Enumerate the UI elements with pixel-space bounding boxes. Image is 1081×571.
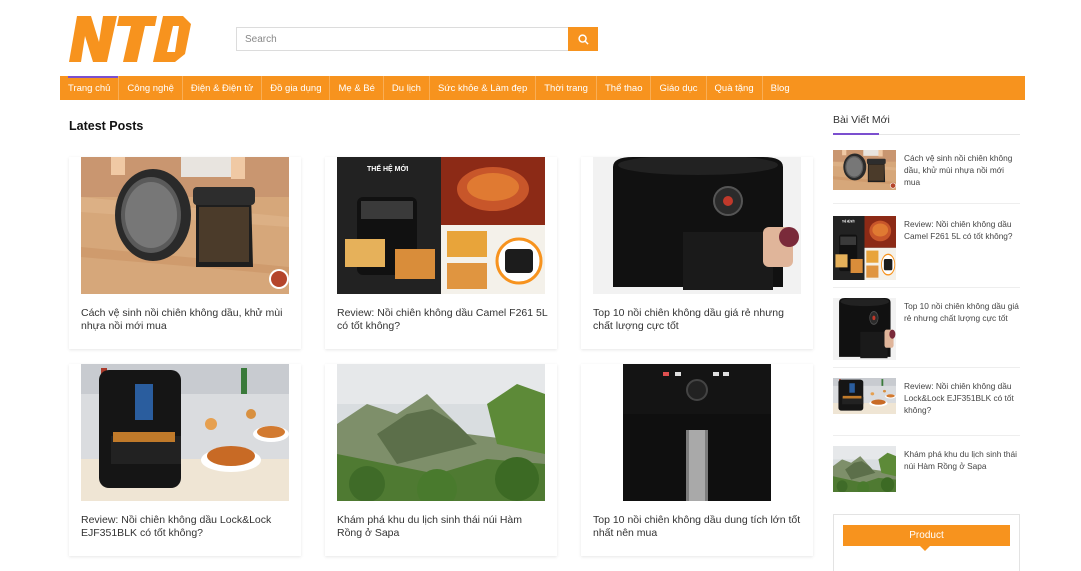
- nav-item-blog[interactable]: Blog: [763, 76, 798, 100]
- post-thumbnail[interactable]: [337, 364, 545, 501]
- sidebar-divider: [833, 367, 1020, 368]
- sidebar-divider: [833, 287, 1020, 288]
- nav-item-qua-tang[interactable]: Quà tặng: [707, 76, 763, 100]
- post-thumbnail[interactable]: [593, 157, 801, 294]
- air-fryer-collage-image: [833, 216, 896, 280]
- sidebar-post[interactable]: Khám phá khu du lịch sinh thái núi Hàm R…: [833, 446, 1021, 492]
- nav-item-label: Điện & Điện tử: [190, 82, 254, 94]
- sidebar-post[interactable]: Top 10 nồi chiên không dầu giá rẻ nhưng …: [833, 298, 1021, 360]
- large-air-fryer-image: [593, 364, 801, 501]
- black-air-fryer-image: [833, 298, 896, 360]
- air-fryer-basket-image: [81, 157, 289, 294]
- sidebar-divider: [833, 435, 1020, 436]
- post-thumbnail[interactable]: [337, 157, 545, 294]
- post-card[interactable]: Top 10 nồi chiên không dầu giá rẻ nhưng …: [581, 157, 813, 349]
- sidebar-post[interactable]: Cách vệ sinh nồi chiên không dầu, khử mù…: [833, 150, 1021, 190]
- search-icon: [577, 33, 589, 45]
- nav-item-trang-chu[interactable]: Trang chủ: [60, 76, 120, 100]
- sidebar-post-thumbnail[interactable]: [833, 150, 896, 190]
- search-input[interactable]: [236, 27, 568, 51]
- sidebar-post-thumbnail[interactable]: [833, 446, 896, 492]
- post-thumbnail[interactable]: [81, 157, 289, 294]
- post-card[interactable]: Review: Nồi chiên không dầu Camel F261 5…: [325, 157, 557, 349]
- sidebar-post-thumbnail[interactable]: [833, 298, 896, 360]
- sidebar-post-title[interactable]: Review: Nồi chiên không dầu Camel F261 5…: [904, 218, 1021, 242]
- nav-item-label: Sức khỏe & Làm đẹp: [437, 82, 528, 94]
- sidebar-post-title[interactable]: Cách vệ sinh nồi chiên không dầu, khử mù…: [904, 152, 1021, 188]
- black-air-fryer-image: [593, 157, 801, 294]
- nav-item-label: Trang chủ: [68, 82, 111, 94]
- nav-item-label: Thời trang: [544, 82, 588, 94]
- sidebar-post-thumbnail[interactable]: [833, 378, 896, 414]
- sidebar-title: Bài Viết Mới: [833, 114, 890, 126]
- site-logo[interactable]: [69, 14, 191, 64]
- sidebar-post-title[interactable]: Top 10 nồi chiên không dầu giá rẻ nhưng …: [904, 300, 1021, 324]
- nav-item-label: Du lịch: [391, 82, 421, 94]
- mountain-landscape-image: [337, 364, 545, 501]
- air-fryer-collage-image: [337, 157, 545, 294]
- sidebar-post-thumbnail[interactable]: [833, 216, 896, 280]
- nav-item-do-gia-dung[interactable]: Đồ gia dụng: [262, 76, 331, 100]
- nav-item-label: Mẹ & Bé: [338, 82, 375, 94]
- nav-item-cong-nghe[interactable]: Công nghệ: [119, 76, 183, 100]
- nav-item-label: Quà tặng: [714, 82, 754, 94]
- air-fryer-chicken-image: [833, 378, 896, 414]
- caret-down-icon: [920, 546, 930, 551]
- nav-item-thoi-trang[interactable]: Thời trang: [536, 76, 597, 100]
- sidebar-title-accent: [833, 133, 879, 135]
- section-title: Latest Posts: [69, 119, 144, 133]
- nav-item-suc-khoe-lam-dep[interactable]: Sức khỏe & Làm đẹp: [430, 76, 537, 100]
- post-card[interactable]: Top 10 nồi chiên không dầu dung tích lớn…: [581, 364, 813, 556]
- air-fryer-basket-image: [833, 150, 896, 190]
- nav-item-du-lich[interactable]: Du lịch: [384, 76, 430, 100]
- sidebar-post[interactable]: Review: Nồi chiên không dầu Camel F261 5…: [833, 216, 1021, 280]
- main-nav: Trang chủ Công nghệ Điện & Điện tử Đồ gi…: [60, 76, 1025, 100]
- sidebar-post[interactable]: Review: Nồi chiên không dầu Lock&Lock EJ…: [833, 378, 1021, 416]
- nav-item-the-thao[interactable]: Thể thao: [597, 76, 652, 100]
- post-title[interactable]: Khám phá khu du lịch sinh thái núi Hàm R…: [337, 514, 549, 540]
- post-thumbnail[interactable]: [593, 364, 801, 501]
- search-bar: [236, 27, 598, 51]
- nav-item-label: Giáo dục: [659, 82, 698, 94]
- nav-item-label: Blog: [770, 82, 790, 94]
- nav-item-label: Thể thao: [604, 82, 643, 94]
- product-button-label: Product: [909, 530, 944, 541]
- sidebar-post-title[interactable]: Khám phá khu du lịch sinh thái núi Hàm R…: [904, 448, 1021, 472]
- post-card[interactable]: Review: Nồi chiên không dầu Lock&Lock EJ…: [69, 364, 301, 556]
- sidebar-divider: [833, 203, 1020, 204]
- air-fryer-chicken-image: [81, 364, 289, 501]
- nav-item-label: Công nghệ: [127, 82, 174, 94]
- mountain-landscape-image: [833, 446, 896, 492]
- post-title[interactable]: Review: Nồi chiên không dầu Camel F261 5…: [337, 307, 549, 333]
- post-card[interactable]: Cách vệ sinh nồi chiên không dầu, khử mù…: [69, 157, 301, 349]
- post-thumbnail[interactable]: [81, 364, 289, 501]
- product-button[interactable]: Product: [843, 525, 1010, 546]
- nav-item-dien-dien-tu[interactable]: Điện & Điện tử: [183, 76, 263, 100]
- post-title[interactable]: Cách vệ sinh nồi chiên không dầu, khử mù…: [81, 307, 293, 333]
- post-title[interactable]: Top 10 nồi chiên không dầu dung tích lớn…: [593, 514, 805, 540]
- sidebar-post-title[interactable]: Review: Nồi chiên không dầu Lock&Lock EJ…: [904, 380, 1021, 416]
- nav-item-giao-duc[interactable]: Giáo dục: [651, 76, 707, 100]
- search-button[interactable]: [568, 27, 598, 51]
- nav-item-label: Đồ gia dụng: [270, 82, 322, 94]
- post-title[interactable]: Review: Nồi chiên không dầu Lock&Lock EJ…: [81, 514, 293, 540]
- post-card[interactable]: Khám phá khu du lịch sinh thái núi Hàm R…: [325, 364, 557, 556]
- nav-item-me-be[interactable]: Mẹ & Bé: [330, 76, 384, 100]
- post-title[interactable]: Top 10 nồi chiên không dầu giá rẻ nhưng …: [593, 307, 805, 333]
